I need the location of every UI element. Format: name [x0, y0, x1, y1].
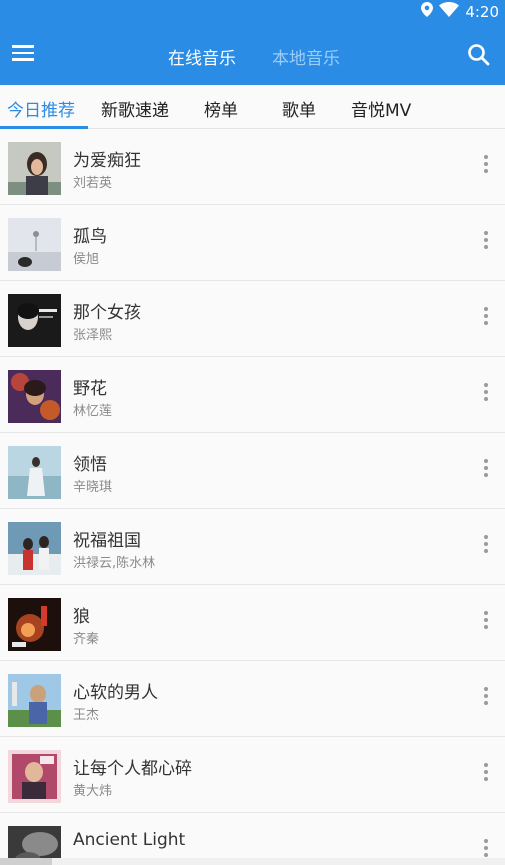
song-list: 为爱痴狂 刘若英 孤鸟 侯旭 那个女孩 张泽熙 野花 林忆莲 领悟 辛晓琪 祝福… [0, 129, 505, 865]
album-cover [8, 370, 61, 423]
tab-playlists[interactable]: 歌单 [282, 96, 316, 121]
tab-new-songs[interactable]: 新歌速递 [101, 96, 169, 121]
song-artist: 王杰 [73, 708, 100, 723]
album-cover [8, 522, 61, 575]
category-tabs: 今日推荐 新歌速递 榜单 歌单 音悦MV [0, 85, 505, 129]
song-row[interactable]: 让每个人都心碎 黄大炜 [0, 737, 505, 813]
tab-today-recommend[interactable]: 今日推荐 [7, 96, 75, 121]
song-artist: 齐秦 [73, 632, 100, 647]
album-cover [8, 674, 61, 727]
album-cover [8, 446, 61, 499]
song-artist: 侯旭 [73, 252, 100, 267]
song-artist: 张泽熙 [73, 328, 113, 343]
song-title: 为爱痴狂 [73, 151, 141, 171]
location-icon [421, 2, 434, 21]
album-cover [8, 598, 61, 651]
song-row[interactable]: 为爱痴狂 刘若英 [0, 129, 505, 205]
more-vertical-icon[interactable] [481, 687, 491, 711]
more-vertical-icon[interactable] [481, 763, 491, 787]
album-cover [8, 294, 61, 347]
song-title: 野花 [73, 379, 107, 399]
song-title: 祝福祖国 [73, 531, 141, 551]
song-row[interactable]: 孤鸟 侯旭 [0, 205, 505, 281]
app-bar-tabs: 在线音乐 本地音乐 [0, 25, 505, 85]
song-row[interactable]: 狼 齐秦 [0, 585, 505, 661]
tab-charts[interactable]: 榜单 [204, 96, 238, 121]
status-time: 4:20 [465, 2, 499, 21]
song-title: 孤鸟 [73, 227, 107, 247]
tab-online-music[interactable]: 在线音乐 [168, 44, 236, 69]
status-icons: 4:20 [421, 2, 499, 21]
bottom-edge-left [0, 858, 52, 865]
song-row[interactable]: 祝福祖国 洪禄云,陈水林 [0, 509, 505, 585]
song-artist: 辛晓琪 [73, 480, 113, 495]
song-artist: 林忆莲 [73, 404, 113, 419]
song-artist: 刘若英 [73, 176, 113, 191]
song-title: 狼 [73, 607, 90, 627]
song-row[interactable]: 领悟 辛晓琪 [0, 433, 505, 509]
song-title: 心软的男人 [73, 683, 158, 703]
album-cover [8, 750, 61, 803]
search-icon[interactable] [465, 41, 493, 69]
hamburger-menu-icon[interactable] [12, 42, 38, 68]
status-bar: 4:20 [0, 0, 505, 25]
song-title: 让每个人都心碎 [73, 759, 192, 779]
album-cover [8, 218, 61, 271]
song-title: 那个女孩 [73, 303, 141, 323]
song-artist: 黄大炜 [73, 784, 113, 799]
song-artist: 洪禄云,陈水林 [73, 556, 156, 571]
more-vertical-icon[interactable] [481, 459, 491, 483]
more-vertical-icon[interactable] [481, 231, 491, 255]
album-cover [8, 142, 61, 195]
song-title: 领悟 [73, 455, 107, 475]
more-vertical-icon[interactable] [481, 535, 491, 559]
song-title: Ancient Light [73, 830, 186, 850]
bottom-edge [0, 858, 505, 865]
song-row[interactable]: 心软的男人 王杰 [0, 661, 505, 737]
song-row[interactable]: 那个女孩 张泽熙 [0, 281, 505, 357]
wifi-icon [439, 2, 460, 21]
more-vertical-icon[interactable] [481, 307, 491, 331]
more-vertical-icon[interactable] [481, 155, 491, 179]
more-vertical-icon[interactable] [481, 383, 491, 407]
more-vertical-icon[interactable] [481, 611, 491, 635]
song-row[interactable]: 野花 林忆莲 [0, 357, 505, 433]
tab-local-music[interactable]: 本地音乐 [272, 44, 340, 69]
app-bar: 在线音乐 本地音乐 [0, 25, 505, 85]
tab-mv[interactable]: 音悦MV [351, 96, 411, 121]
